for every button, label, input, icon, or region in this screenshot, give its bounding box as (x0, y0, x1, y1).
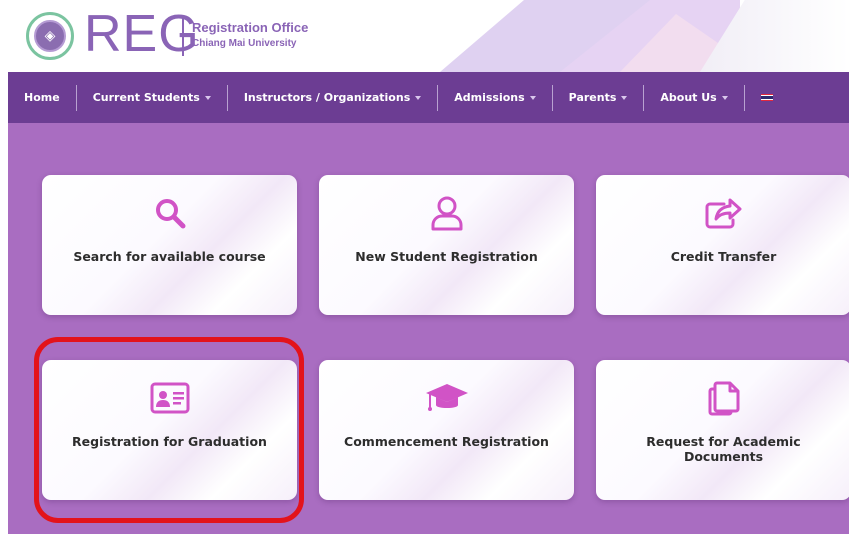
nav-parents[interactable]: Parents (553, 72, 644, 123)
nav-admissions-label: Admissions (454, 91, 525, 104)
graduation-cap-icon (319, 380, 574, 416)
language-switch[interactable] (745, 72, 789, 123)
logo-office-name: Registration Office (192, 20, 309, 35)
nav-about-us-label: About Us (660, 91, 717, 104)
nav-admissions[interactable]: Admissions (438, 72, 551, 123)
documents-icon (596, 380, 849, 416)
logo-university-name: Chiang Mai University (192, 38, 297, 49)
nav-about-us[interactable]: About Us (644, 72, 743, 123)
university-seal-logo[interactable]: ◈ (26, 12, 74, 60)
nav-instructors-organizations[interactable]: Instructors / Organizations (228, 72, 437, 123)
card-label: Credit Transfer (670, 249, 777, 264)
card-registration-for-graduation[interactable]: Registration for Graduation (42, 360, 297, 500)
thai-flag-icon (760, 93, 773, 102)
chevron-down-icon (721, 95, 728, 100)
search-icon (42, 195, 297, 231)
card-label: New Student Registration (355, 249, 538, 264)
id-card-icon (42, 380, 297, 416)
chevron-down-icon (621, 95, 628, 100)
nav-home[interactable]: Home (8, 72, 76, 123)
card-commencement-registration[interactable]: Commencement Registration (319, 360, 574, 500)
card-search-course[interactable]: Search for available course (42, 175, 297, 315)
user-icon (319, 195, 574, 231)
card-new-student-registration[interactable]: New Student Registration (319, 175, 574, 315)
chevron-down-icon (415, 95, 422, 100)
nav-instructors-label: Instructors / Organizations (243, 91, 411, 104)
nav-current-students-label: Current Students (92, 91, 200, 104)
chevron-down-icon (529, 95, 536, 100)
card-label: Commencement Registration (344, 434, 549, 449)
nav-parents-label: Parents (568, 91, 617, 104)
share-icon (596, 195, 849, 231)
card-request-academic-documents[interactable]: Request for Academic Documents (596, 360, 849, 500)
nav-home-label: Home (24, 91, 60, 104)
nav-current-students[interactable]: Current Students (77, 72, 227, 123)
elephant-emblem-icon: ◈ (34, 20, 66, 52)
main-nav: Home Current Students Instructors / Orga… (8, 72, 849, 123)
card-label: Search for available course (73, 249, 266, 264)
logo-divider (182, 18, 184, 56)
chevron-down-icon (204, 95, 211, 100)
card-credit-transfer[interactable]: Credit Transfer (596, 175, 849, 315)
card-label: Registration for Graduation (72, 434, 267, 449)
card-label: Request for Academic Documents (646, 434, 801, 464)
site-header: ◈ REG Registration Office Chiang Mai Uni… (0, 0, 849, 72)
